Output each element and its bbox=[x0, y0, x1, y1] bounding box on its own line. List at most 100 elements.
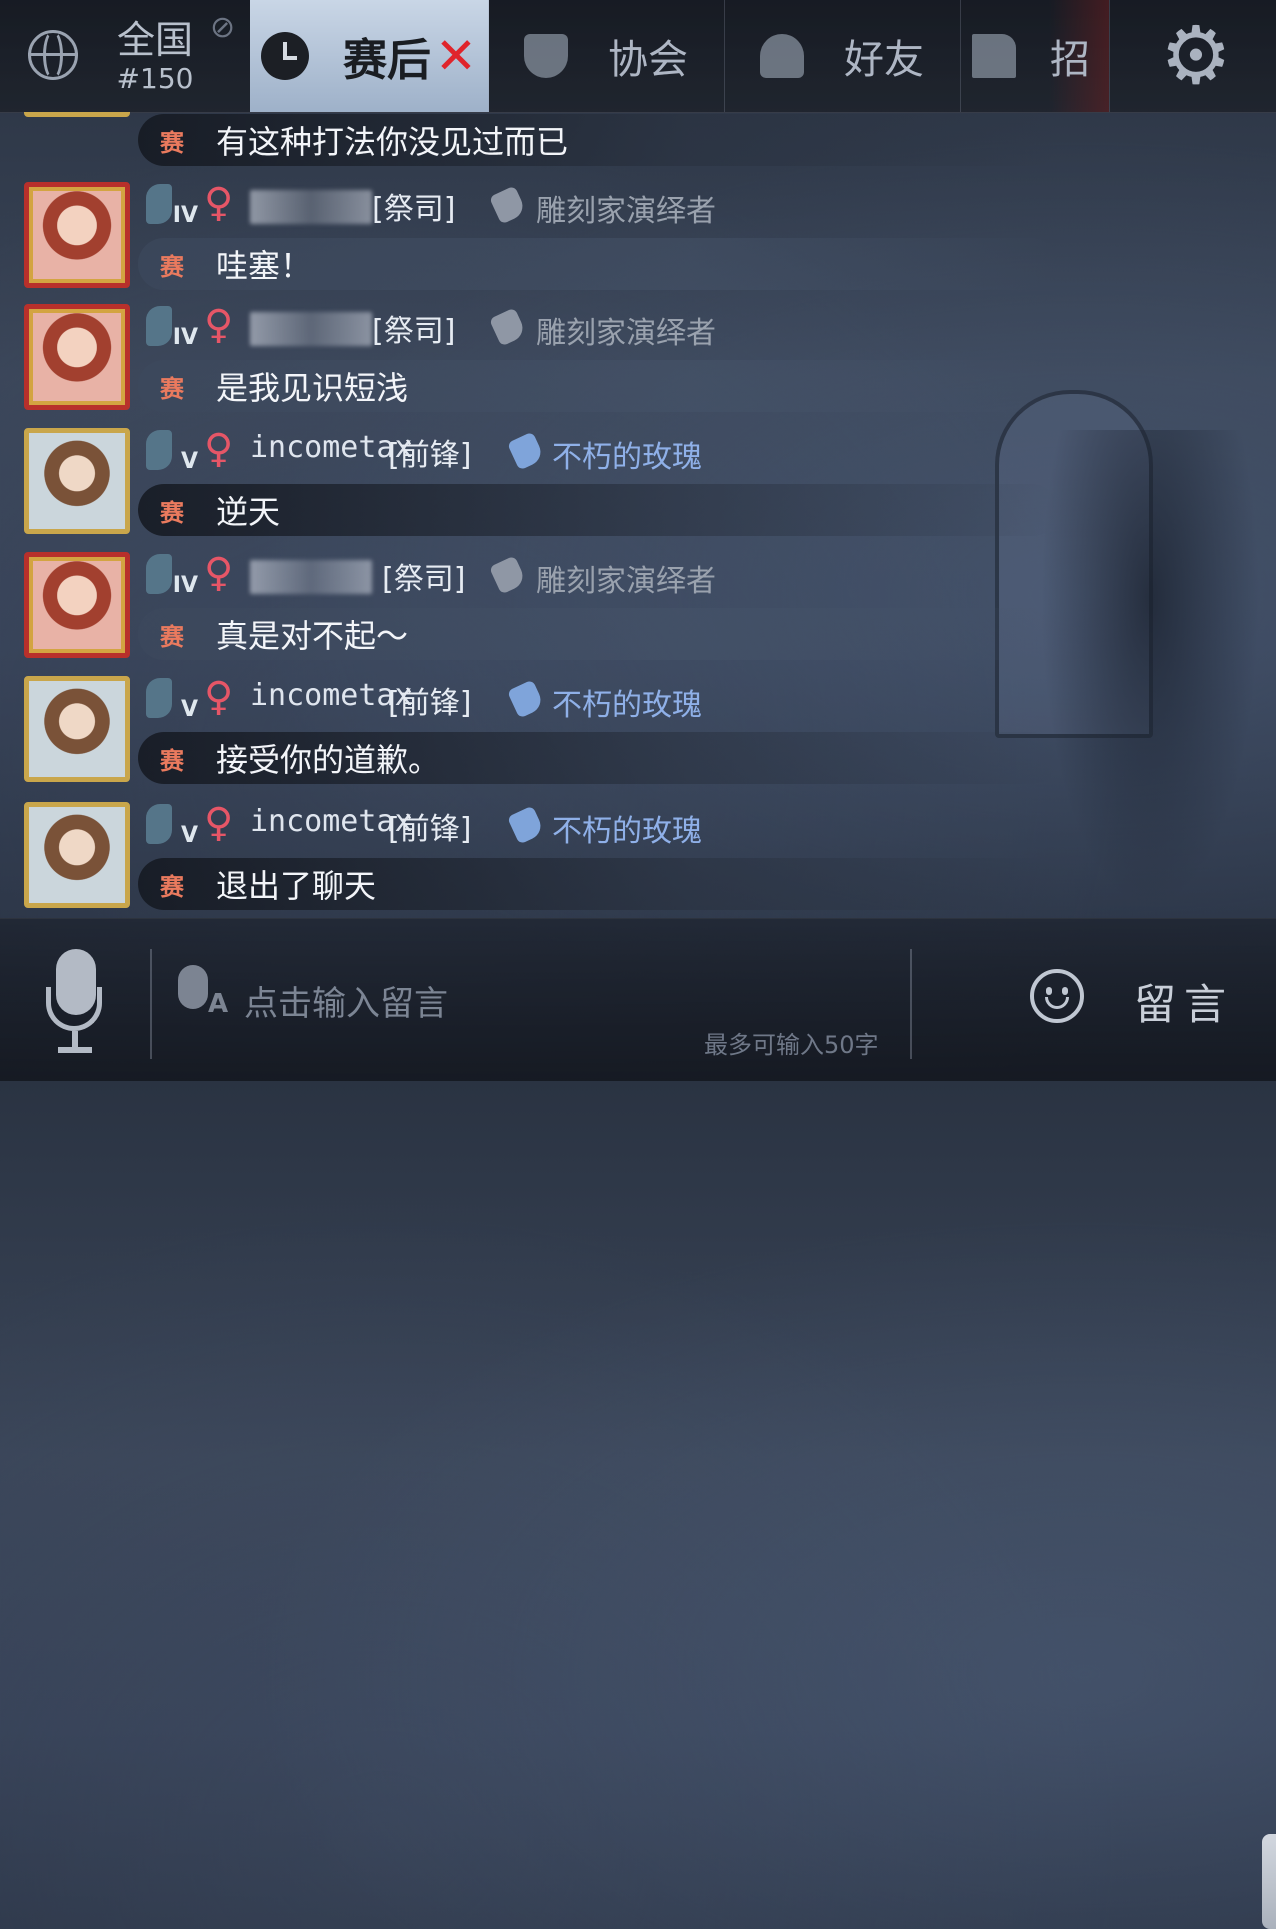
tag-icon bbox=[488, 307, 528, 347]
chat-message: 赛 有这种打法你没见过而已 bbox=[0, 112, 1276, 177]
avatar[interactable] bbox=[24, 112, 130, 117]
tag-icon bbox=[506, 805, 546, 845]
chat-message: V ♀ incometax [前锋] 不朽的玫瑰 赛 退出了聊天 bbox=[0, 796, 1276, 912]
tab-national-label: 全国 bbox=[116, 17, 193, 62]
tab-recruit[interactable]: 招 bbox=[960, 0, 1110, 112]
chat-message: IV ♀ [祭司] 雕刻家演绎者 赛 真是对不起～ bbox=[0, 546, 1276, 671]
message-bubble: 赛 是我见识短浅 bbox=[138, 360, 1058, 412]
gear-icon[interactable]: ⚙ bbox=[1150, 14, 1242, 98]
tag-icon bbox=[506, 679, 546, 719]
chat-message: V ♀ incometax [前锋] 不朽的玫瑰 赛 逆天 bbox=[0, 422, 1276, 547]
mute-icon: ⊘ bbox=[210, 10, 236, 45]
female-icon: ♀ bbox=[204, 674, 234, 720]
message-text: 真是对不起～ bbox=[216, 617, 409, 655]
clock-icon bbox=[261, 32, 310, 80]
avatar[interactable] bbox=[24, 802, 130, 908]
char-limit-hint: 最多可输入50字 bbox=[704, 1031, 879, 1059]
avatar[interactable] bbox=[24, 428, 130, 534]
username[interactable] bbox=[250, 312, 372, 346]
tag-icon bbox=[488, 185, 528, 225]
message-bubble: 赛 逆天 bbox=[138, 484, 1058, 536]
shield-icon bbox=[524, 34, 568, 78]
avatar[interactable] bbox=[24, 676, 130, 782]
channel-badge: 赛 bbox=[160, 374, 184, 403]
tab-postgame-label: 赛后 bbox=[343, 35, 432, 86]
channel-badge: 赛 bbox=[160, 746, 184, 775]
tier-label: V bbox=[180, 697, 198, 722]
role: [祭司] bbox=[372, 314, 456, 349]
microphone-icon[interactable] bbox=[44, 949, 108, 1059]
tier-label: IV bbox=[172, 325, 198, 350]
tier-label: IV bbox=[172, 203, 198, 228]
panel-collapse-handle[interactable] bbox=[1262, 1834, 1276, 1929]
message-bubble: 赛 有这种打法你没见过而已 bbox=[138, 114, 1058, 166]
emoji-icon[interactable] bbox=[1030, 969, 1084, 1023]
tier-icon: IV bbox=[146, 554, 198, 598]
avatar[interactable] bbox=[24, 304, 130, 410]
player-title: 雕刻家演绎者 bbox=[536, 194, 716, 229]
tier-icon: IV bbox=[146, 184, 198, 228]
message-text: 是我见识短浅 bbox=[216, 369, 409, 407]
avatar[interactable] bbox=[24, 552, 130, 658]
voice-to-text-icon[interactable]: A bbox=[178, 965, 232, 1019]
role: [祭司] bbox=[372, 192, 456, 227]
tier-icon: V bbox=[146, 678, 198, 722]
channel-badge: 赛 bbox=[160, 622, 184, 651]
tab-national[interactable]: ⊘ 全国 #150 bbox=[0, 0, 251, 112]
tab-national-rank: #150 bbox=[116, 61, 194, 95]
channel-badge: 赛 bbox=[160, 252, 184, 281]
close-icon[interactable]: ✕ bbox=[435, 27, 477, 85]
chat-message-list[interactable]: 赛 有这种打法你没见过而已 IV ♀ [祭司] 雕刻家演绎者 赛 哇塞！ IV … bbox=[0, 112, 1276, 912]
female-icon: ♀ bbox=[204, 550, 234, 596]
chat-message: IV ♀ [祭司] 雕刻家演绎者 赛 是我见识短浅 bbox=[0, 298, 1276, 423]
tab-recruit-label: 招 bbox=[1050, 37, 1090, 83]
message-text: 退出了聊天 bbox=[216, 867, 377, 905]
chat-message: V ♀ incometax [前锋] 不朽的玫瑰 赛 接受你的道歉。 bbox=[0, 670, 1276, 795]
message-text: 哇塞！ bbox=[216, 247, 313, 285]
player-title: 雕刻家演绎者 bbox=[536, 316, 716, 351]
avatar[interactable] bbox=[24, 182, 130, 288]
chat-input-bar: A 最多可输入50字 留言 bbox=[0, 918, 1276, 1929]
flag-icon bbox=[972, 34, 1016, 78]
globe-icon bbox=[28, 30, 78, 80]
tier-icon: IV bbox=[146, 306, 198, 350]
people-icon bbox=[760, 34, 804, 78]
female-icon: ♀ bbox=[204, 302, 234, 348]
message-bubble: 赛 退出了聊天 bbox=[138, 858, 1058, 910]
player-title: 不朽的玫瑰 bbox=[552, 814, 702, 849]
role: [前锋] bbox=[388, 686, 472, 721]
tier-icon: V bbox=[146, 804, 198, 848]
chat-message: IV ♀ [祭司] 雕刻家演绎者 赛 哇塞！ bbox=[0, 176, 1276, 301]
tier-label: V bbox=[180, 449, 198, 474]
player-title: 不朽的玫瑰 bbox=[552, 440, 702, 475]
tab-friends[interactable]: 好友 bbox=[724, 0, 961, 112]
tag-icon bbox=[506, 431, 546, 471]
tab-association[interactable]: 协会 bbox=[488, 0, 725, 112]
tier-icon: V bbox=[146, 430, 198, 474]
player-title: 雕刻家演绎者 bbox=[536, 564, 716, 599]
message-text: 接受你的道歉。 bbox=[216, 741, 441, 779]
divider bbox=[910, 949, 912, 1059]
chat-tab-bar: ⊘ 全国 #150 赛后 ✕ 协会 好友 招 ⚙ bbox=[0, 0, 1276, 113]
send-message-button[interactable]: 留言 bbox=[1134, 971, 1234, 1032]
tag-icon bbox=[488, 555, 528, 595]
message-text: 逆天 bbox=[216, 493, 281, 531]
tab-postgame[interactable]: 赛后 ✕ bbox=[250, 0, 489, 112]
channel-badge: 赛 bbox=[160, 872, 184, 901]
tier-label: V bbox=[180, 823, 198, 848]
player-title: 不朽的玫瑰 bbox=[552, 688, 702, 723]
channel-badge: 赛 bbox=[160, 128, 184, 157]
role: [前锋] bbox=[388, 438, 472, 473]
message-bubble: 赛 哇塞！ bbox=[138, 238, 1058, 290]
channel-badge: 赛 bbox=[160, 498, 184, 527]
divider bbox=[150, 949, 152, 1059]
username[interactable] bbox=[250, 560, 372, 594]
role: [前锋] bbox=[388, 812, 472, 847]
female-icon: ♀ bbox=[204, 800, 234, 846]
username[interactable] bbox=[250, 190, 372, 224]
message-bubble: 赛 真是对不起～ bbox=[138, 608, 1058, 660]
female-icon: ♀ bbox=[204, 180, 234, 226]
female-icon: ♀ bbox=[204, 426, 234, 472]
message-bubble: 赛 接受你的道歉。 bbox=[138, 732, 1058, 784]
role: [祭司] bbox=[382, 562, 466, 597]
